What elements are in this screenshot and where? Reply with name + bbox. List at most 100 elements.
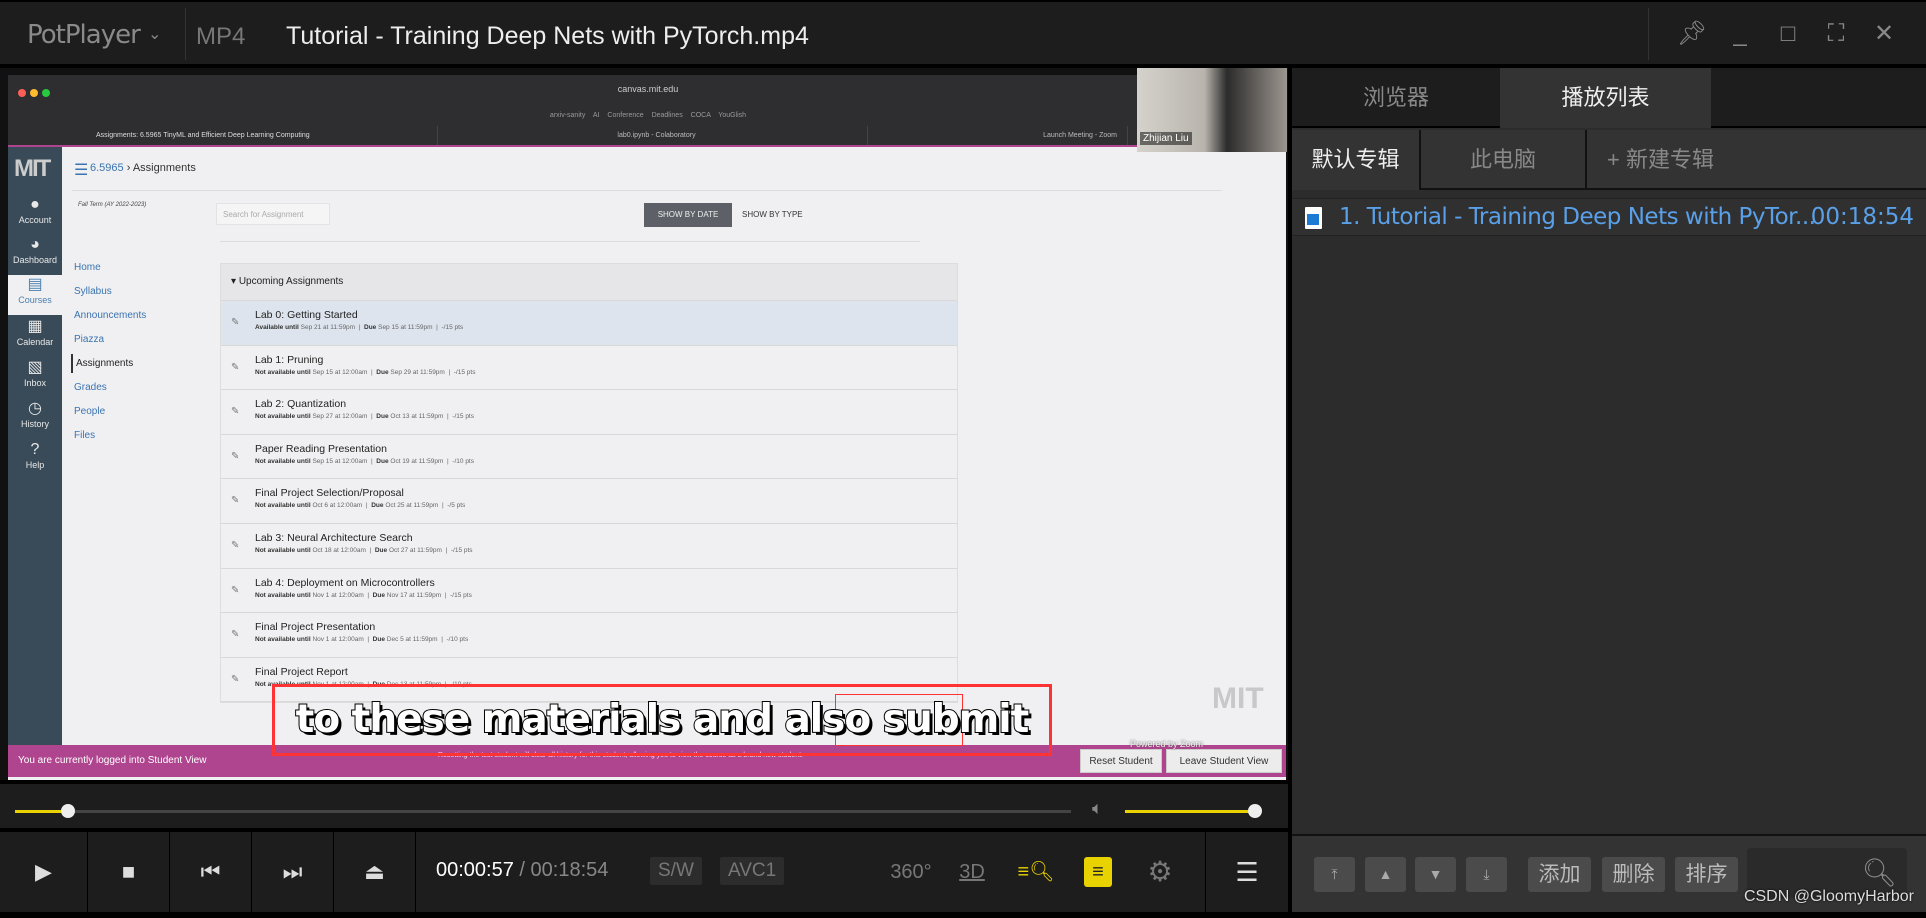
subtitle-icon[interactable]: ≡ bbox=[1084, 857, 1112, 887]
divider bbox=[185, 8, 186, 60]
seek-thumb[interactable] bbox=[60, 804, 75, 818]
assignment-icon: ✎ bbox=[231, 361, 240, 373]
stop-icon: ■ bbox=[121, 859, 136, 884]
sort-button[interactable]: 排序 bbox=[1675, 857, 1738, 892]
assignment-row: ✎ Final Project Presentation Not availab… bbox=[221, 613, 957, 658]
due-label: Due bbox=[371, 502, 384, 510]
play-button[interactable]: ▶ bbox=[0, 832, 88, 912]
availability-label: Not available until bbox=[255, 591, 311, 599]
move-down-button[interactable]: ▼ bbox=[1415, 857, 1456, 892]
3d-icon[interactable]: 3D bbox=[956, 857, 988, 887]
new-album-button[interactable]: + 新建专辑 bbox=[1587, 130, 1926, 190]
availability-date: Sep 27 at 12:00am bbox=[312, 413, 368, 421]
assignment-meta: Not available until Oct 18 at 12:00am | … bbox=[255, 546, 473, 554]
due-date: Oct 25 at 11:59pm bbox=[385, 502, 439, 510]
course-nav-home: Home bbox=[74, 262, 101, 273]
mit-logo: MIT bbox=[14, 155, 51, 182]
pin-icon[interactable]: 📌︎ bbox=[1676, 20, 1708, 48]
app-menu[interactable]: PotPlayer bbox=[27, 20, 141, 50]
nav-calendar: ▦ Calendar bbox=[8, 317, 62, 357]
breadcrumb: 6.5965 › Assignments bbox=[90, 162, 196, 174]
seek-progress bbox=[15, 810, 68, 813]
assignment-title: Lab 4: Deployment on Microcontrollers bbox=[255, 576, 435, 589]
menu-button[interactable]: ☰ bbox=[1205, 832, 1288, 912]
due-date: Sep 15 at 11:59pm bbox=[378, 324, 433, 331]
move-top-icon: ⤒ bbox=[1331, 866, 1338, 882]
move-bottom-button[interactable]: ⤓ bbox=[1466, 857, 1507, 892]
maximize-button[interactable]: □ bbox=[1772, 20, 1804, 48]
assignment-icon: ✎ bbox=[231, 495, 240, 507]
course-nav-syllabus: Syllabus bbox=[74, 286, 112, 297]
tab-browser[interactable]: 浏览器 bbox=[1292, 68, 1500, 128]
assignment-title: Final Project Presentation bbox=[255, 621, 376, 634]
window-title: Tutorial - Training Deep Nets with PyTor… bbox=[286, 22, 809, 50]
breadcrumb-page: Assignments bbox=[132, 162, 196, 174]
move-up-button[interactable]: ▲ bbox=[1365, 857, 1406, 892]
stop-button[interactable]: ■ bbox=[88, 832, 170, 912]
subtab-this-pc[interactable]: 此电脑 bbox=[1421, 130, 1587, 190]
subtitle-search-icon[interactable]: ≡🔍︎ bbox=[1016, 857, 1056, 887]
codec-badge[interactable]: AVC1 bbox=[720, 857, 785, 885]
settings-icon[interactable]: ⚙︎ bbox=[1143, 857, 1177, 887]
subtitle-text: to these materials and also submit bbox=[295, 696, 1031, 743]
menu-icon: ☰ bbox=[1235, 857, 1259, 887]
minimize-button[interactable]: _ bbox=[1724, 20, 1756, 48]
chevron-down-icon[interactable]: ⌄ bbox=[148, 24, 161, 44]
assignment-row: ✎ Paper Reading Presentation Not availab… bbox=[221, 435, 957, 480]
volume-thumb[interactable] bbox=[1248, 804, 1262, 818]
points: -/15 pts bbox=[441, 324, 464, 331]
nav-label: Inbox bbox=[23, 378, 47, 388]
decoder-badge[interactable]: S/W bbox=[650, 857, 702, 885]
playlist-toolbar: ⤒ ▲ ▼ ⤓ 添加 删除 排序 🔍︎ CSDN @GloomyHarbor bbox=[1292, 834, 1926, 912]
total-time: 00:18:54 bbox=[530, 859, 609, 881]
subtab-default-album[interactable]: 默认专辑 bbox=[1292, 130, 1421, 190]
points: -/15 pts bbox=[450, 546, 473, 554]
nav-label: Help bbox=[25, 460, 45, 470]
360-icon[interactable]: 360° bbox=[890, 857, 932, 887]
assignment-meta: Not available until Sep 27 at 12:00am | … bbox=[255, 413, 474, 421]
delete-button[interactable]: 删除 bbox=[1602, 857, 1665, 892]
points: -/15 pts bbox=[450, 591, 472, 599]
add-button[interactable]: 添加 bbox=[1528, 857, 1591, 892]
video-file-icon bbox=[1305, 207, 1322, 229]
search-icon: 🔍︎ bbox=[1861, 857, 1897, 888]
history-icon: ◷ bbox=[28, 400, 42, 417]
breadcrumb-separator: › bbox=[126, 162, 131, 174]
volume-level bbox=[1125, 810, 1255, 813]
browser-tab: Assignments: 6.5965 TinyML and Efficient… bbox=[88, 126, 438, 145]
fullscreen-button[interactable]: ⛶ bbox=[1820, 20, 1852, 48]
playlist-panel: 浏览器 播放列表 默认专辑 此电脑 + 新建专辑 1. Tutorial - T… bbox=[1292, 68, 1926, 912]
previous-button[interactable]: ⏮︎ bbox=[170, 832, 252, 912]
assignment-list: ▾ Upcoming Assignments ✎ Lab 0: Getting … bbox=[220, 263, 958, 704]
move-up-icon: ▲ bbox=[1378, 866, 1393, 882]
url-bar: canvas.mit.edu bbox=[617, 84, 679, 94]
course-nav-announcements: Announcements bbox=[74, 310, 147, 321]
minimize-dot bbox=[30, 89, 38, 97]
assignment-row: ✎ Lab 2: Quantization Not available unti… bbox=[221, 390, 957, 435]
playlist-item[interactable]: 1. Tutorial - Training Deep Nets with Py… bbox=[1292, 198, 1926, 236]
calendar-icon: ▦ bbox=[27, 318, 43, 335]
availability-date: Nov 1 at 12:00am bbox=[312, 636, 364, 644]
reset-student-button: Reset Student bbox=[1080, 749, 1162, 773]
next-icon: ⏭︎ bbox=[282, 859, 303, 884]
next-button[interactable]: ⏭︎ bbox=[252, 832, 334, 912]
seek-bar[interactable] bbox=[15, 810, 1071, 813]
eject-button[interactable]: ⏏︎ bbox=[334, 832, 416, 912]
eject-icon: ⏏︎ bbox=[364, 859, 385, 884]
due-label: Due bbox=[376, 368, 389, 376]
due-label: Due bbox=[376, 413, 389, 421]
global-nav: MIT ● Account ◕ Dashboard ▤ Courses ▦ Calend… bbox=[8, 147, 62, 745]
move-top-button[interactable]: ⤒ bbox=[1314, 857, 1355, 892]
close-button[interactable]: ✕ bbox=[1868, 20, 1900, 48]
course-nav-grades: Grades bbox=[74, 382, 107, 393]
assignment-meta: Not available until Sep 15 at 12:00am | … bbox=[255, 368, 476, 376]
assignment-group-header: ▾ Upcoming Assignments bbox=[221, 264, 957, 301]
playlist-item-title: 1. Tutorial - Training Deep Nets with Py… bbox=[1339, 204, 1816, 230]
tab-playlist[interactable]: 播放列表 bbox=[1500, 68, 1711, 128]
close-dot bbox=[18, 89, 26, 97]
assignment-meta: Not available until Nov 1 at 12:00am | D… bbox=[255, 636, 469, 644]
hamburger-icon: ☰ bbox=[74, 162, 89, 179]
course-nav-assignments: Assignments bbox=[71, 354, 136, 373]
volume-icon[interactable]: 🔈︎ bbox=[1092, 798, 1103, 819]
student-view-message: You are currently logged into Student Vi… bbox=[18, 755, 207, 766]
